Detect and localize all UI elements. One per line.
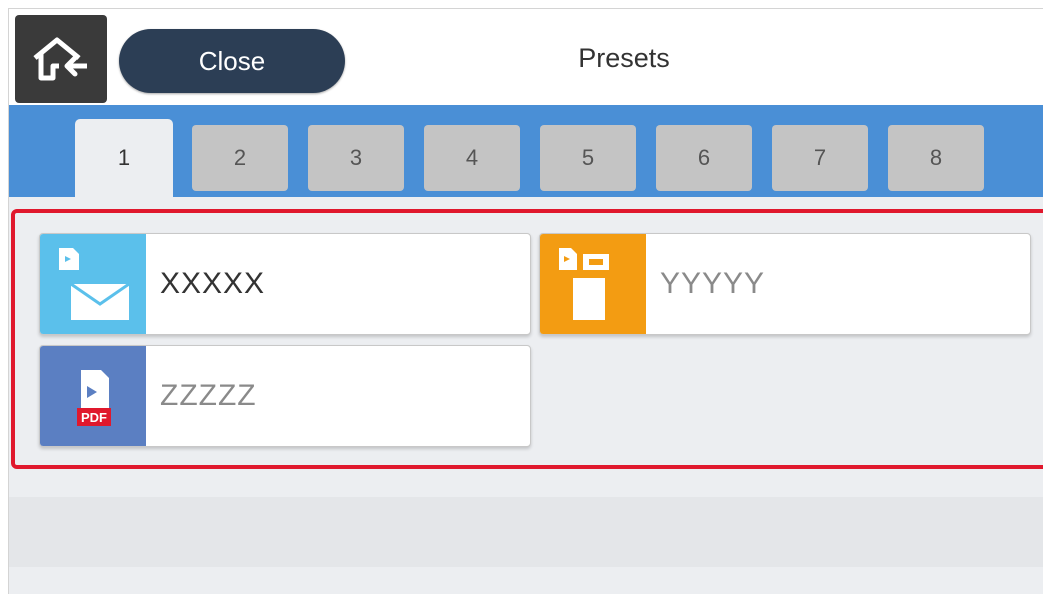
- preset-button-2[interactable]: YYYYY: [539, 233, 1031, 335]
- preset-content: XXXXX YYYYY PDF ZZZZZ: [9, 197, 1043, 594]
- svg-text:PDF: PDF: [81, 410, 107, 425]
- close-button[interactable]: Close: [119, 29, 345, 93]
- tab-5[interactable]: 5: [540, 125, 636, 191]
- tab-1[interactable]: 1: [75, 119, 173, 197]
- preset-label: YYYYY: [660, 267, 766, 300]
- tab-4[interactable]: 4: [424, 125, 520, 191]
- tab-bar: 1 2 3 4 5 6 7 8: [9, 105, 1043, 197]
- header: Close Presets: [9, 9, 1043, 105]
- empty-area: [9, 497, 1043, 567]
- preset-button-1[interactable]: XXXXX: [39, 233, 531, 335]
- tab-6[interactable]: 6: [656, 125, 752, 191]
- tab-8[interactable]: 8: [888, 125, 984, 191]
- preset-label: XXXXX: [160, 267, 266, 300]
- copy-icon: [540, 234, 646, 334]
- tab-2[interactable]: 2: [192, 125, 288, 191]
- presets-screen: Close Presets 1 2 3 4 5 6 7 8 XXXXX YYYY…: [8, 8, 1043, 594]
- home-button[interactable]: [15, 15, 107, 103]
- preset-button-3[interactable]: PDF ZZZZZ: [39, 345, 531, 447]
- preset-label: ZZZZZ: [160, 379, 257, 412]
- scan-to-pdf-icon: PDF: [40, 346, 146, 446]
- scan-to-email-icon: [40, 234, 146, 334]
- page-title: Presets: [578, 43, 670, 73]
- tab-7[interactable]: 7: [772, 125, 868, 191]
- home-icon: [33, 37, 87, 81]
- tab-3[interactable]: 3: [308, 125, 404, 191]
